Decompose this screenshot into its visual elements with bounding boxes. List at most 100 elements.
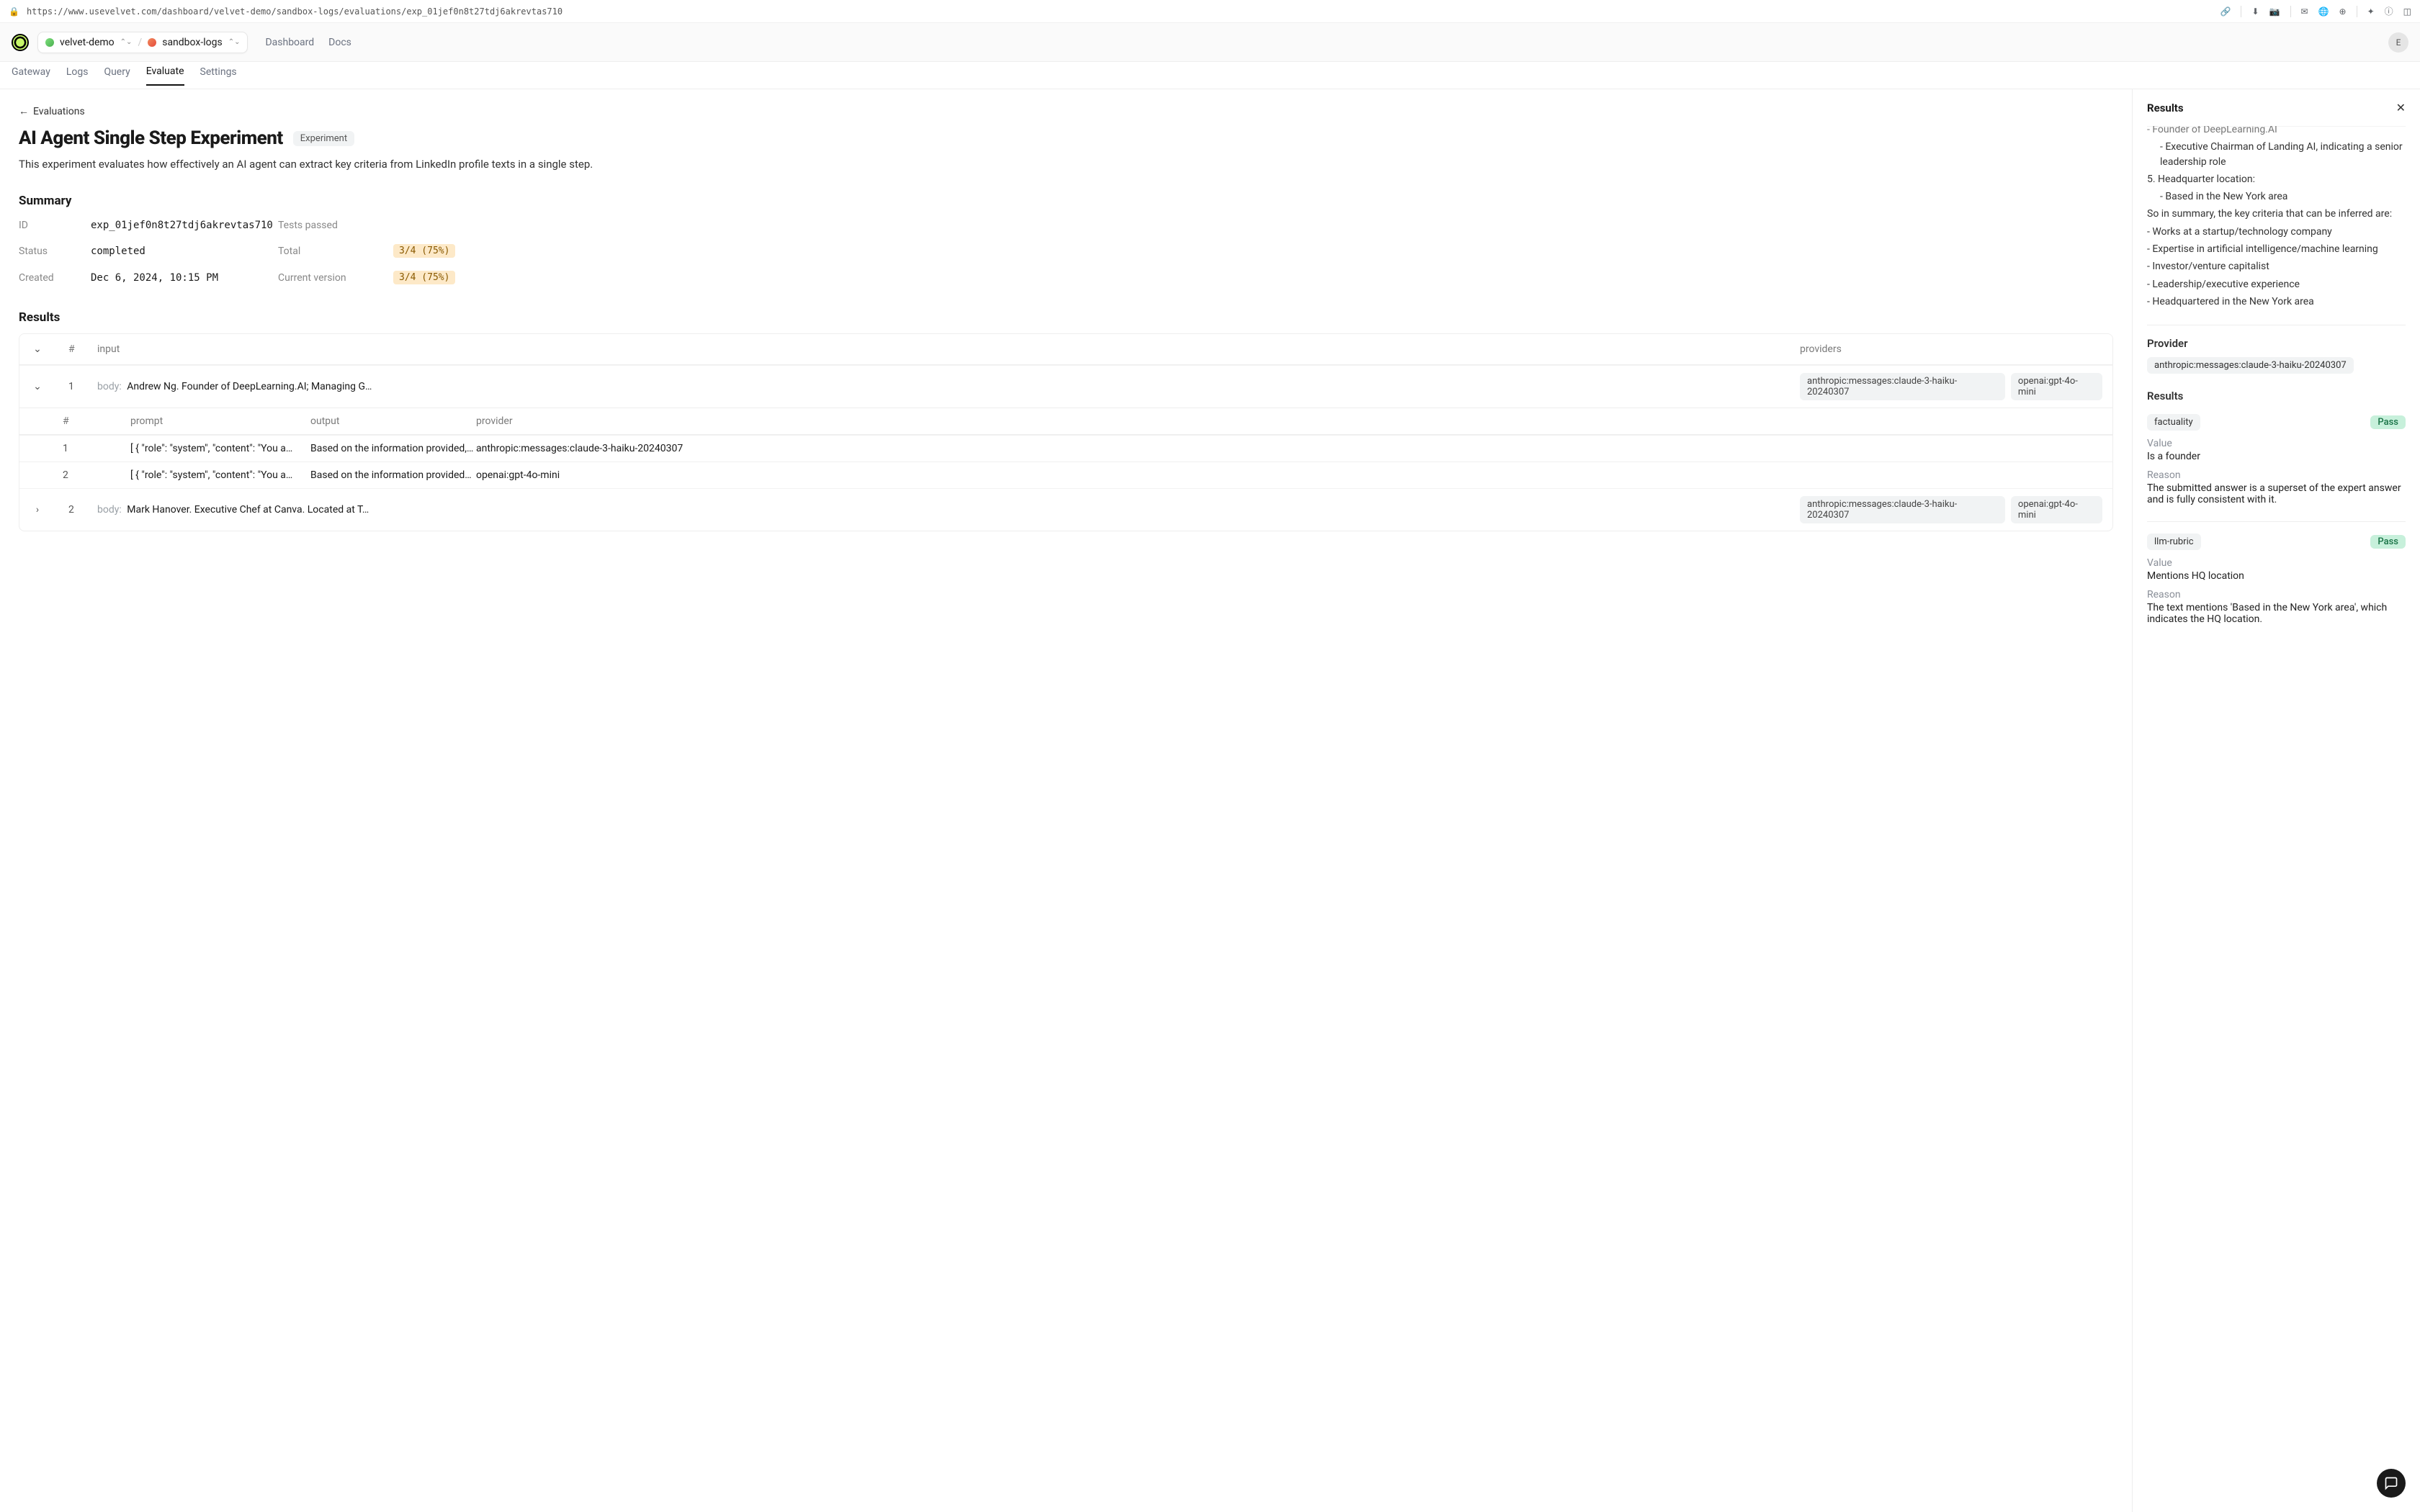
sub-col-prompt: prompt bbox=[130, 415, 310, 427]
eval-reason-label: Reason bbox=[2147, 589, 2406, 600]
row-index: 1 bbox=[68, 381, 97, 392]
provider-pill: anthropic:messages:claude-3-haiku-202403… bbox=[1800, 496, 2005, 523]
browser-url-bar: 🔒 https://www.usevelvet.com/dashboard/ve… bbox=[0, 0, 2420, 23]
eval-status-badge: Pass bbox=[2370, 415, 2406, 429]
results-table: ⌄ # input providers ⌄ 1 body: Andrew Ng.… bbox=[19, 333, 2113, 531]
provider-chip: anthropic:messages:claude-3-haiku-202403… bbox=[2147, 357, 2354, 374]
summary-heading: Summary bbox=[19, 194, 2113, 208]
provider-pill: openai:gpt-4o-mini bbox=[2011, 373, 2102, 400]
sub-row[interactable]: 2 [ { "role": "system", "content": "You … bbox=[19, 462, 2112, 488]
eval-value-label: Value bbox=[2147, 438, 2406, 449]
sub-row[interactable]: 1 [ { "role": "system", "content": "You … bbox=[19, 435, 2112, 462]
col-input: input bbox=[97, 343, 1800, 355]
eval-result-row: llm-rubric Pass bbox=[2147, 534, 2406, 550]
download-icon[interactable]: ⬇ bbox=[2251, 6, 2259, 17]
chevron-updown-icon: ⌃⌄ bbox=[228, 38, 241, 46]
separator bbox=[2290, 6, 2291, 17]
tab-logs[interactable]: Logs bbox=[66, 66, 89, 85]
provider-pill: anthropic:messages:claude-3-haiku-202403… bbox=[1800, 373, 2005, 400]
expand-toggle[interactable]: › bbox=[30, 502, 45, 518]
globe-icon[interactable]: 🌐 bbox=[2318, 6, 2329, 17]
arrow-left-icon: ← bbox=[19, 105, 29, 117]
lock-icon: 🔒 bbox=[9, 6, 19, 17]
eval-value: Is a founder bbox=[2147, 451, 2406, 462]
main-content: ← Evaluations AI Agent Single Step Exper… bbox=[0, 89, 2132, 1512]
sub-col-output: output bbox=[310, 415, 476, 427]
row-index: 2 bbox=[68, 504, 97, 516]
eval-name: llm-rubric bbox=[2147, 534, 2201, 550]
separator: / bbox=[138, 37, 142, 48]
sub-table: # prompt output provider 1 [ { "role": "… bbox=[19, 408, 2112, 488]
row-providers: anthropic:messages:claude-3-haiku-202403… bbox=[1800, 496, 2102, 523]
sub-tabs: Gateway Logs Query Evaluate Settings bbox=[0, 62, 2420, 89]
camera-icon[interactable]: 📷 bbox=[2269, 6, 2280, 17]
info-icon[interactable]: ⓘ bbox=[2385, 5, 2393, 17]
target-icon[interactable]: ⊕ bbox=[2339, 6, 2347, 17]
back-label: Evaluations bbox=[33, 106, 85, 117]
collection-name: sandbox-logs bbox=[162, 37, 222, 48]
sub-col-num: # bbox=[63, 415, 130, 427]
col-providers: providers bbox=[1800, 343, 2102, 355]
extension-icon[interactable]: ✦ bbox=[2367, 6, 2375, 17]
close-icon[interactable]: ✕ bbox=[2396, 101, 2406, 114]
output-text: - Founder of DeepLearning.AI - Executive… bbox=[2147, 126, 2406, 309]
eval-value: Mentions HQ location bbox=[2147, 570, 2406, 582]
sub-row-index: 1 bbox=[63, 443, 130, 454]
sub-row-provider: anthropic:messages:claude-3-haiku-202403… bbox=[476, 443, 2102, 454]
eval-status-badge: Pass bbox=[2370, 535, 2406, 549]
project-dot-icon bbox=[45, 38, 54, 47]
summary-tests-passed-label: Tests passed bbox=[278, 220, 393, 231]
link-icon[interactable]: 🔗 bbox=[2220, 6, 2231, 17]
results-side-panel: Results ✕ - Founder of DeepLearning.AI -… bbox=[2132, 89, 2420, 1512]
summary-total-label: Total bbox=[278, 246, 393, 257]
results-subheading: Results bbox=[2147, 390, 2406, 402]
send-icon[interactable]: ✉ bbox=[2301, 6, 2308, 17]
summary-created-value: Dec 6, 2024, 10:15 PM bbox=[91, 272, 278, 284]
table-header-row: ⌄ # input providers bbox=[19, 334, 2112, 365]
row-input: body: Mark Hanover. Executive Chef at Ca… bbox=[97, 504, 1800, 516]
chevron-updown-icon: ⌃⌄ bbox=[120, 38, 133, 46]
sub-row-output: Based on the information provided… bbox=[310, 469, 476, 481]
page-title: AI Agent Single Step Experiment bbox=[19, 127, 283, 149]
summary-id-label: ID bbox=[19, 220, 91, 231]
experiment-description: This experiment evaluates how effectivel… bbox=[19, 158, 2113, 171]
tab-query[interactable]: Query bbox=[104, 66, 130, 85]
intercom-launcher[interactable] bbox=[2377, 1469, 2406, 1498]
tab-gateway[interactable]: Gateway bbox=[12, 66, 50, 85]
row-providers: anthropic:messages:claude-3-haiku-202403… bbox=[1800, 373, 2102, 400]
nav-dashboard[interactable]: Dashboard bbox=[265, 37, 314, 48]
sub-header-row: # prompt output provider bbox=[19, 408, 2112, 435]
col-num: # bbox=[68, 343, 97, 355]
project-selector[interactable]: velvet-demo ⌃⌄ / sandbox-logs ⌃⌄ bbox=[37, 32, 248, 53]
table-row[interactable]: › 2 body: Mark Hanover. Executive Chef a… bbox=[19, 488, 2112, 531]
results-heading: Results bbox=[19, 310, 2113, 325]
tab-settings[interactable]: Settings bbox=[200, 66, 237, 85]
table-row[interactable]: ⌄ 1 body: Andrew Ng. Founder of DeepLear… bbox=[19, 365, 2112, 408]
summary-status-label: Status bbox=[19, 246, 91, 257]
nav-docs[interactable]: Docs bbox=[328, 37, 351, 48]
eval-reason: The submitted answer is a superset of th… bbox=[2147, 482, 2406, 505]
chat-icon bbox=[2384, 1476, 2398, 1490]
project-name: velvet-demo bbox=[60, 37, 115, 48]
sub-row-index: 2 bbox=[63, 469, 130, 481]
collection-dot-icon bbox=[148, 38, 156, 47]
summary-id-value: exp_01jef0n8t27tdj6akrevtas710 bbox=[91, 220, 278, 231]
browser-tools: 🔗 ⬇ 📷 ✉ 🌐 ⊕ ✦ ⓘ ◫ bbox=[2220, 5, 2411, 17]
provider-pill: openai:gpt-4o-mini bbox=[2011, 496, 2102, 523]
sidebar-icon[interactable]: ◫ bbox=[2403, 6, 2411, 17]
expand-toggle[interactable]: ⌄ bbox=[30, 379, 45, 395]
summary-grid: ID exp_01jef0n8t27tdj6akrevtas710 Tests … bbox=[19, 220, 2113, 284]
nav-links: Dashboard Docs bbox=[265, 37, 351, 48]
logo-icon[interactable] bbox=[12, 34, 29, 51]
eval-reason-label: Reason bbox=[2147, 469, 2406, 481]
eval-result-row: factuality Pass bbox=[2147, 414, 2406, 431]
expand-all-toggle[interactable]: ⌄ bbox=[30, 341, 45, 357]
side-panel-title: Results bbox=[2147, 102, 2184, 114]
back-link[interactable]: ← Evaluations bbox=[19, 105, 2113, 117]
summary-status-value: completed bbox=[91, 246, 278, 257]
sub-row-provider: openai:gpt-4o-mini bbox=[476, 469, 2102, 481]
avatar[interactable]: E bbox=[2388, 32, 2408, 53]
tab-evaluate[interactable]: Evaluate bbox=[146, 66, 184, 86]
sub-row-output: Based on the information provided,… bbox=[310, 443, 476, 454]
top-nav: velvet-demo ⌃⌄ / sandbox-logs ⌃⌄ Dashboa… bbox=[0, 23, 2420, 62]
